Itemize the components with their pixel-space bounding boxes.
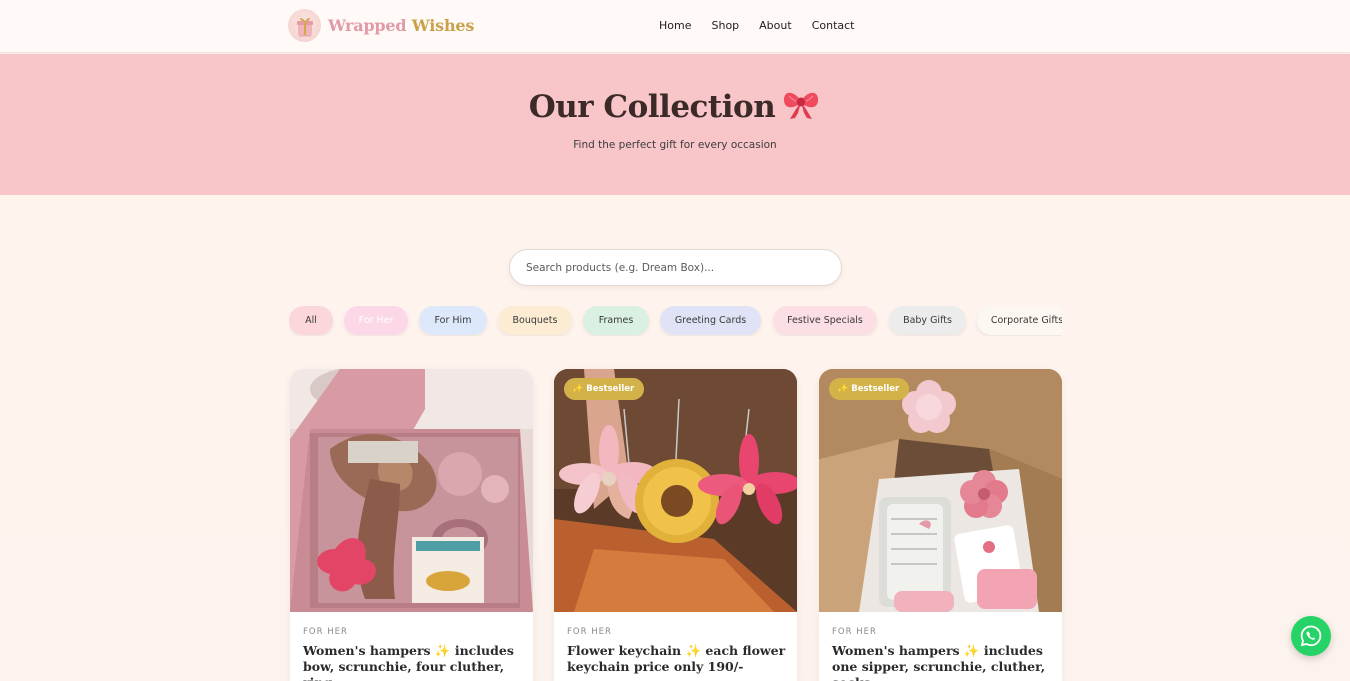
- category-chip-baby-gifts[interactable]: Baby Gifts: [889, 306, 966, 335]
- brand-name-part1: Wrapped: [328, 16, 407, 35]
- category-filter-bar: All For Her For Him Bouquets Frames Gree…: [289, 306, 1062, 336]
- hero-banner: Our Collection Find the perfect gift for…: [0, 54, 1350, 195]
- product-image[interactable]: ✨ Bestseller: [554, 369, 797, 612]
- nav-home[interactable]: Home: [659, 19, 691, 32]
- whatsapp-icon: [1300, 625, 1322, 647]
- product-category: FOR HER: [303, 627, 348, 637]
- product-image[interactable]: [290, 369, 533, 612]
- bestseller-badge-label: Bestseller: [586, 384, 635, 394]
- category-chip-for-him[interactable]: For Him: [419, 306, 487, 335]
- product-category: FOR HER: [832, 627, 877, 637]
- brand-name: Wrapped Wishes: [328, 16, 474, 35]
- product-card[interactable]: ✨ Bestseller FOR HER Flower keychain ✨ ea…: [554, 369, 797, 681]
- bestseller-badge: ✨ Bestseller: [564, 378, 645, 400]
- category-chip-all[interactable]: All: [289, 306, 333, 335]
- sparkle-icon: ✨: [837, 384, 849, 394]
- nav-shop[interactable]: Shop: [711, 19, 739, 32]
- site-header: Wrapped Wishes Home Shop About Contact: [0, 0, 1350, 53]
- product-title[interactable]: Women's hampers ✨ includes bow, scrunchi…: [303, 643, 523, 681]
- category-chip-greeting-cards[interactable]: Greeting Cards: [660, 306, 761, 335]
- product-card[interactable]: FOR HER Women's hampers ✨ includes bow, …: [290, 369, 533, 681]
- search-input[interactable]: [509, 249, 842, 286]
- nav-contact[interactable]: Contact: [812, 19, 855, 32]
- page-title: Our Collection: [0, 87, 1350, 129]
- category-chip-frames[interactable]: Frames: [583, 306, 649, 335]
- ribbon-bow-icon: [781, 87, 821, 129]
- main-nav: Home Shop About Contact: [659, 19, 874, 32]
- page-title-text: Our Collection: [528, 89, 776, 125]
- product-category: FOR HER: [567, 627, 612, 637]
- product-title[interactable]: Women's hampers ✨ includes one sipper, s…: [832, 643, 1052, 681]
- category-chip-corporate-gifts[interactable]: Corporate Gifts: [977, 306, 1062, 335]
- product-card[interactable]: ✨ Bestseller FOR HER Women's hampers ✨ in…: [819, 369, 1062, 681]
- product-title[interactable]: Flower keychain ✨ each flower keychain p…: [567, 643, 787, 675]
- sparkle-icon: ✨: [572, 384, 584, 394]
- category-chip-bouquets[interactable]: Bouquets: [498, 306, 572, 335]
- bestseller-badge-label: Bestseller: [851, 384, 900, 394]
- product-image[interactable]: ✨ Bestseller: [819, 369, 1062, 612]
- nav-about[interactable]: About: [759, 19, 792, 32]
- brand-name-part2: Wishes: [411, 16, 475, 35]
- whatsapp-chat-button[interactable]: [1291, 616, 1331, 656]
- brand-logo-link[interactable]: Wrapped Wishes: [288, 9, 474, 42]
- page-subtitle: Find the perfect gift for every occasion: [573, 139, 777, 151]
- category-chip-festive-specials[interactable]: Festive Specials: [773, 306, 877, 335]
- gift-box-logo-icon: [288, 9, 321, 42]
- bestseller-badge: ✨ Bestseller: [829, 378, 910, 400]
- category-chip-for-her[interactable]: For Her: [344, 306, 408, 335]
